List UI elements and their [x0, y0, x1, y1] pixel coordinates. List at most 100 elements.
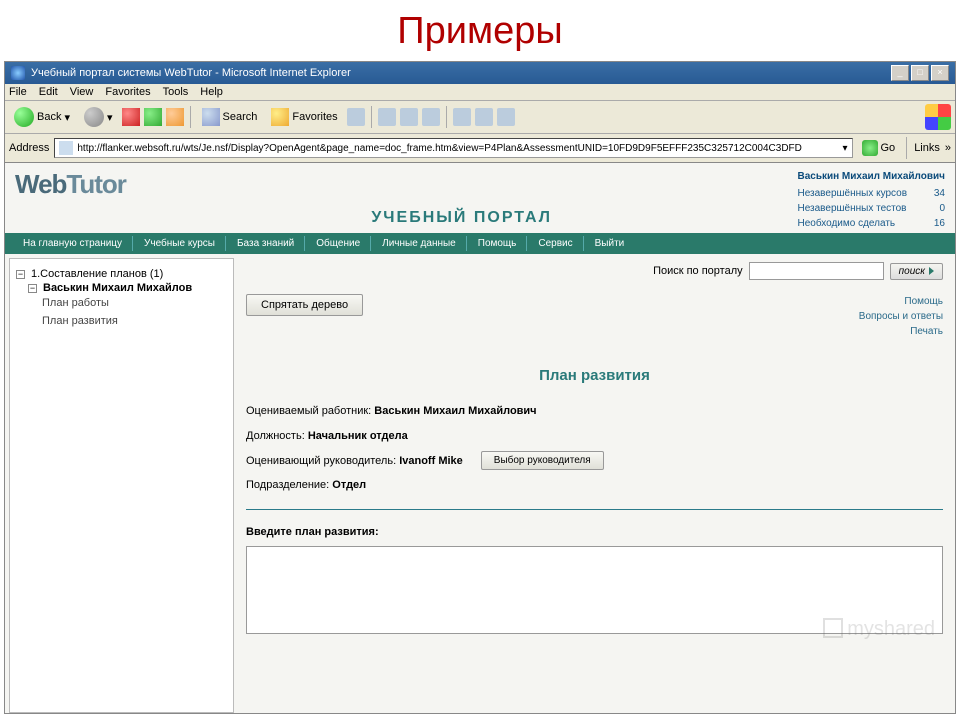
collapse-icon[interactable]: − [28, 284, 37, 293]
separator [371, 106, 372, 128]
nav-home[interactable]: На главную страницу [13, 236, 133, 251]
collapse-icon[interactable]: − [16, 270, 25, 279]
search-label: Search [223, 111, 258, 123]
favorites-button[interactable]: Favorites [266, 106, 342, 128]
link-help[interactable]: Помощь [859, 294, 943, 309]
divider [246, 509, 943, 510]
stat-label: Незавершённых курсов [797, 186, 907, 201]
tree-root-label: 1.Составление планов (1) [29, 268, 163, 280]
edit-button[interactable] [422, 108, 440, 126]
history-button[interactable] [347, 108, 365, 126]
address-label: Address [9, 142, 49, 154]
hide-tree-button[interactable]: Спрятать дерево [246, 294, 363, 316]
addressbar: Address http://flanker.websoft.ru/wts/Je… [5, 134, 955, 163]
menu-help[interactable]: Help [200, 86, 223, 98]
nav-service[interactable]: Сервис [528, 236, 583, 251]
portal-title: УЧЕБНЫЙ ПОРТАЛ [126, 209, 798, 231]
page-icon [59, 141, 73, 155]
refresh-button[interactable] [144, 108, 162, 126]
user-stats: Васькин Михаил Михайлович Незавершённых … [797, 169, 945, 231]
stat-label: Незавершённых тестов [797, 201, 906, 216]
go-button[interactable]: Go [858, 139, 900, 157]
mail-button[interactable] [378, 108, 396, 126]
address-url: http://flanker.websoft.ru/wts/Je.nsf/Dis… [77, 143, 802, 154]
toolbar: Back ▾ ▾ Search Favorites [5, 101, 955, 134]
tree-root[interactable]: − 1.Составление планов (1) [16, 267, 227, 281]
window-title: Учебный портал системы WebTutor - Micros… [31, 67, 351, 79]
back-icon [14, 107, 34, 127]
tree-person[interactable]: − Васькин Михаил Михайлов [16, 281, 227, 295]
search-button-label: поиск [899, 266, 925, 277]
menubar: File Edit View Favorites Tools Help [5, 84, 955, 101]
search-button[interactable]: Search [197, 106, 263, 128]
discuss-button[interactable] [453, 108, 471, 126]
address-input[interactable]: http://flanker.websoft.ru/wts/Je.nsf/Dis… [54, 138, 852, 158]
tree-person-label: Васькин Михаил Михайлов [41, 282, 192, 294]
links-label[interactable]: Links [914, 142, 940, 154]
chevron-down-icon: ▾ [107, 111, 113, 124]
plan-input-label: Введите план развития: [246, 526, 943, 538]
nav-communication[interactable]: Общение [306, 236, 371, 251]
separator [190, 106, 191, 128]
chevron-down-icon[interactable]: ▾ [842, 143, 847, 154]
menu-tools[interactable]: Tools [163, 86, 189, 98]
position-label: Должность: [246, 430, 305, 442]
portal-search: Поиск по порталу поиск [246, 262, 943, 280]
main-area: Поиск по порталу поиск Спрятать дерево П… [234, 254, 955, 713]
nav-logout[interactable]: Выйти [585, 236, 635, 251]
minimize-button[interactable]: _ [891, 65, 909, 81]
forward-button[interactable]: ▾ [79, 105, 118, 129]
separator [906, 137, 907, 159]
maximize-button[interactable]: □ [911, 65, 929, 81]
link-faq[interactable]: Вопросы и ответы [859, 309, 943, 324]
nav-courses[interactable]: Учебные курсы [134, 236, 226, 251]
stat-value: 34 [934, 186, 945, 201]
position-value: Начальник отдела [308, 430, 408, 442]
page-heading: План развития [246, 367, 943, 384]
messenger-button[interactable] [497, 108, 515, 126]
arrow-right-icon [929, 267, 934, 275]
close-button[interactable]: × [931, 65, 949, 81]
back-button[interactable]: Back ▾ [9, 105, 75, 129]
menu-file[interactable]: File [9, 86, 27, 98]
tree-child[interactable]: План развития [42, 313, 227, 331]
link-print[interactable]: Печать [859, 324, 943, 339]
stat-value: 16 [934, 216, 945, 231]
nav-knowledge[interactable]: База знаний [227, 236, 305, 251]
nav-personal[interactable]: Личные данные [372, 236, 467, 251]
sidebar: − 1.Составление планов (1) − Васькин Мих… [9, 258, 234, 713]
print-button[interactable] [400, 108, 418, 126]
menu-edit[interactable]: Edit [39, 86, 58, 98]
nav-help[interactable]: Помощь [468, 236, 528, 251]
separator [446, 106, 447, 128]
dept-value: Отдел [332, 479, 366, 491]
utility-links: Помощь Вопросы и ответы Печать [859, 294, 943, 339]
menu-favorites[interactable]: Favorites [105, 86, 150, 98]
logo-part-a: Web [15, 169, 66, 199]
stat-value: 0 [939, 201, 945, 216]
windows-logo-icon [925, 104, 951, 130]
plan-textarea[interactable] [246, 546, 943, 634]
portal: WebTutor УЧЕБНЫЙ ПОРТАЛ Васькин Михаил М… [5, 163, 955, 713]
home-button[interactable] [166, 108, 184, 126]
portal-logo: WebTutor [15, 169, 126, 200]
stop-button[interactable] [122, 108, 140, 126]
tree-child[interactable]: План работы [42, 295, 227, 313]
chevron-right-icon[interactable]: » [945, 142, 951, 154]
research-button[interactable] [475, 108, 493, 126]
search-submit[interactable]: поиск [890, 263, 943, 280]
user-name: Васькин Михаил Михайлович [797, 169, 945, 184]
star-icon [271, 108, 289, 126]
dept-label: Подразделение: [246, 479, 329, 491]
slide-title: Примеры [0, 0, 960, 61]
portal-header: WebTutor УЧЕБНЫЙ ПОРТАЛ Васькин Михаил М… [5, 163, 955, 233]
select-supervisor-button[interactable]: Выбор руководителя [481, 451, 604, 470]
stat-label: Необходимо сделать [797, 216, 895, 231]
navbar: На главную страницу Учебные курсы База з… [5, 233, 955, 254]
ie-icon [11, 66, 25, 80]
worker-label: Оцениваемый работник: [246, 405, 371, 417]
search-input[interactable] [749, 262, 884, 280]
supervisor-label: Оценивающий руководитель: [246, 455, 396, 467]
go-label: Go [881, 142, 896, 154]
menu-view[interactable]: View [70, 86, 94, 98]
